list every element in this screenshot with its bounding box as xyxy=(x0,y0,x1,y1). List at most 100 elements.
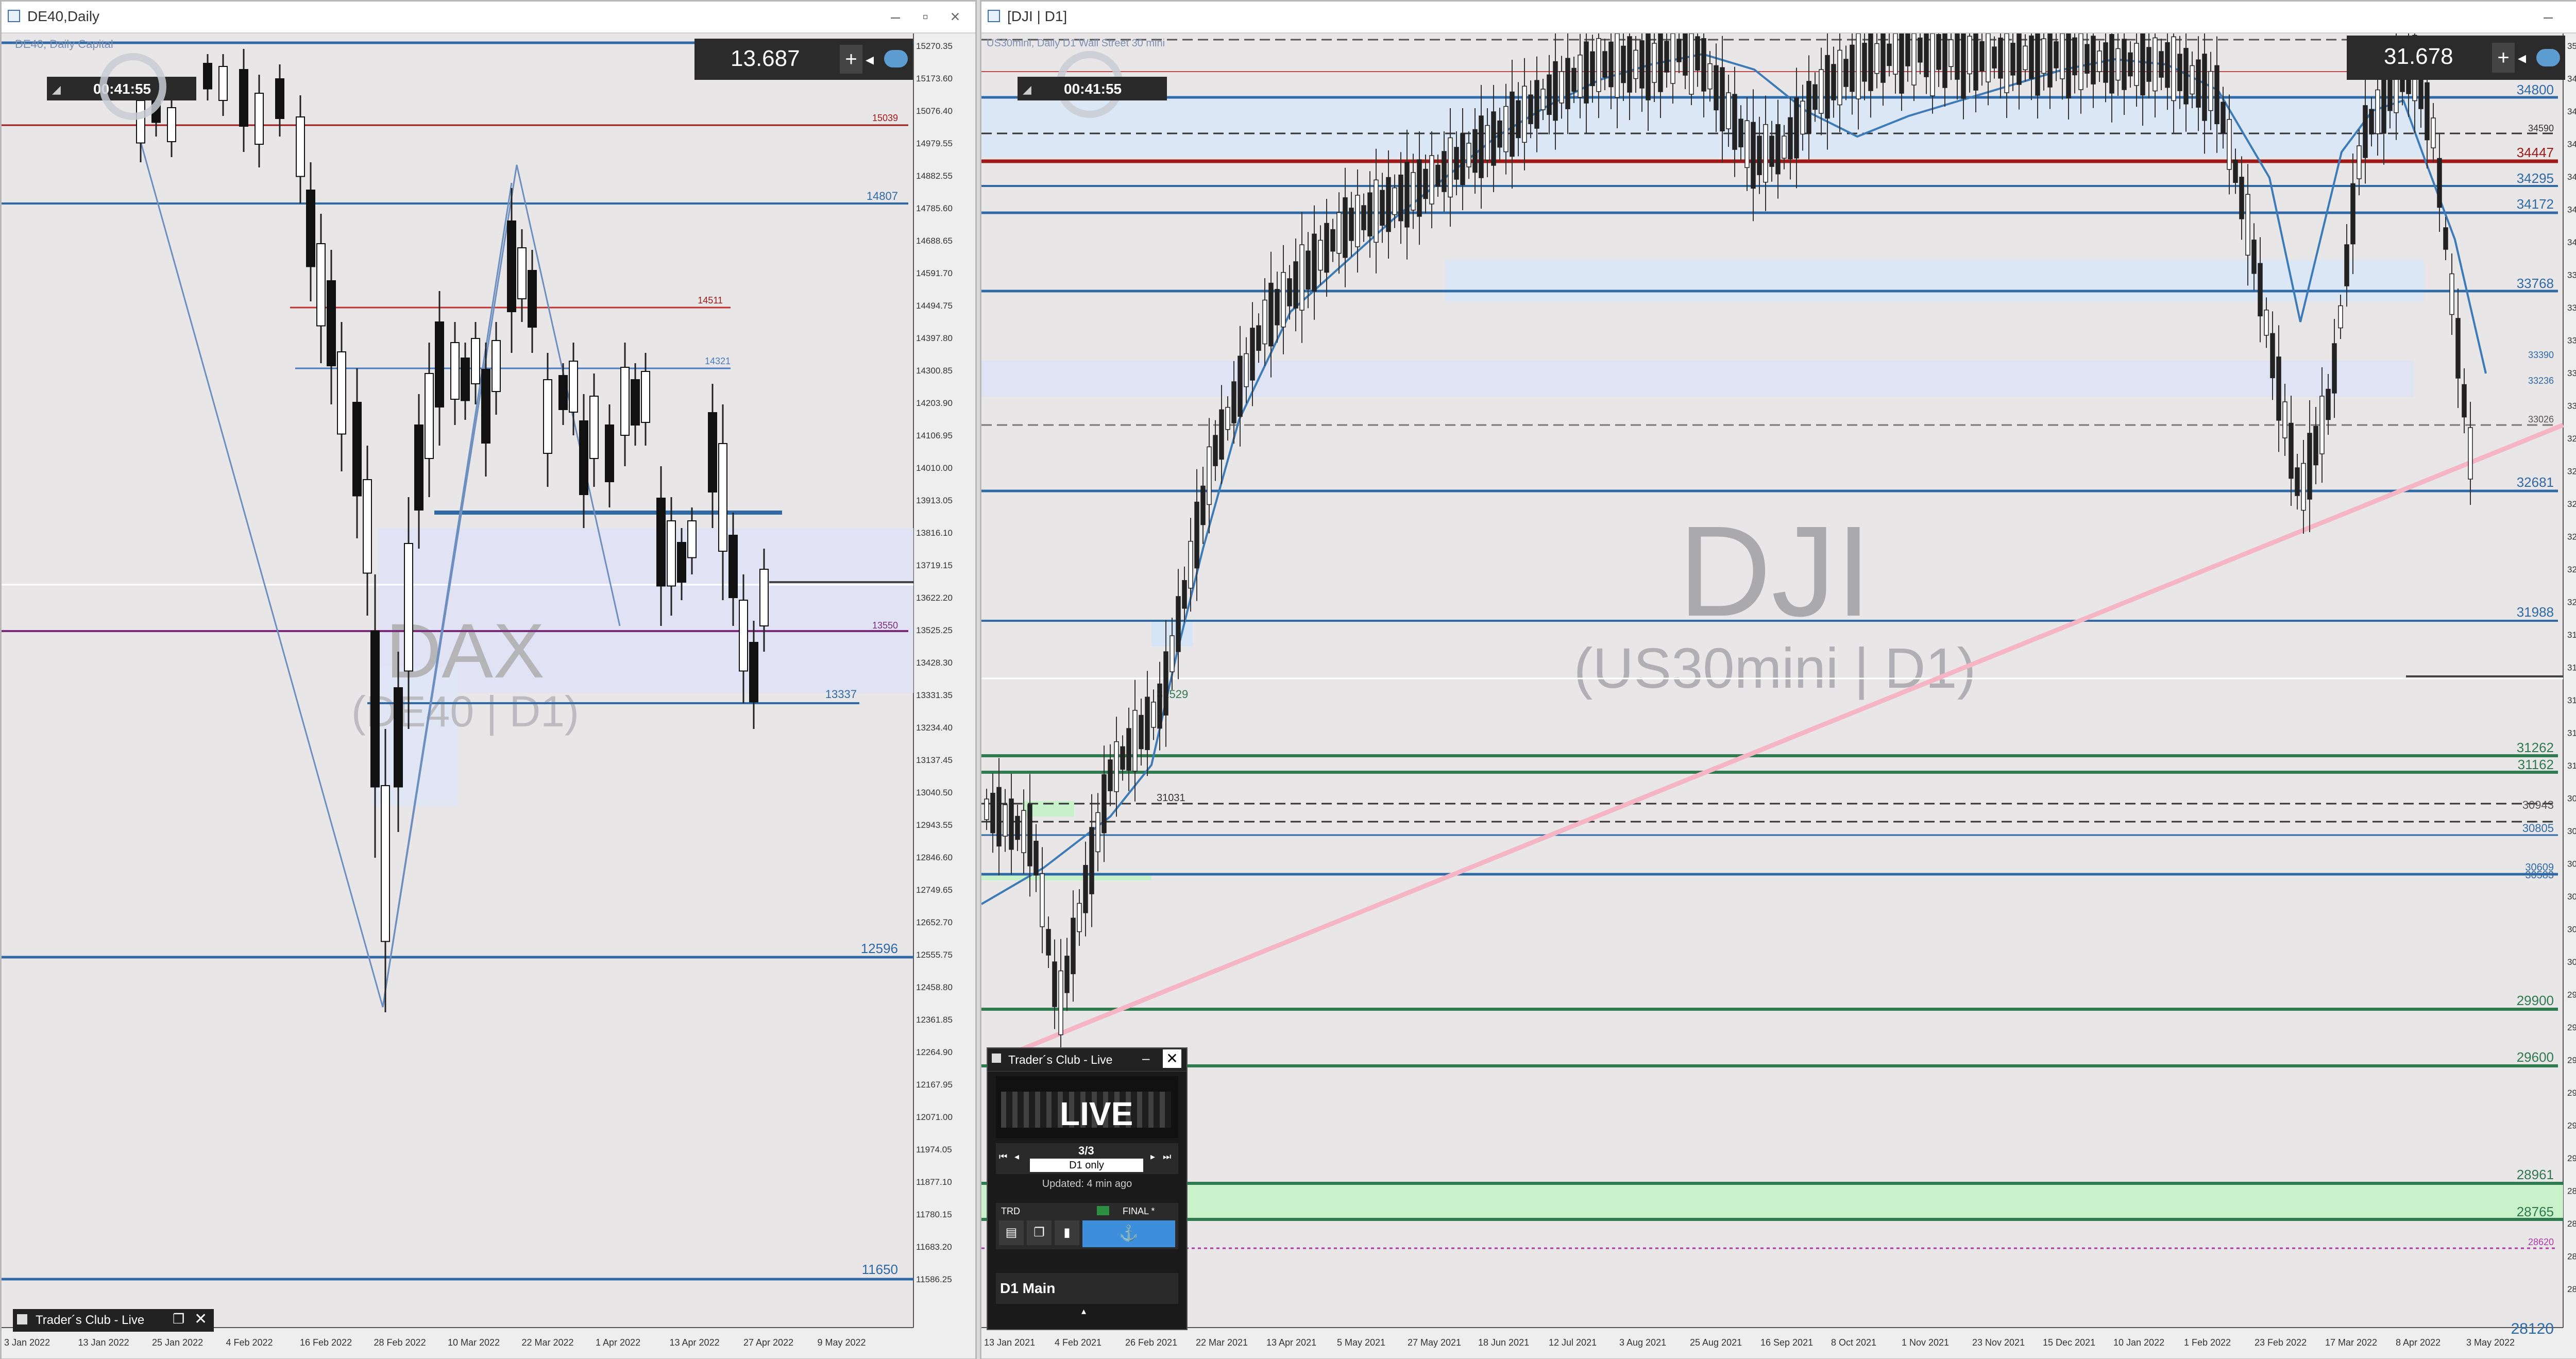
panel-title: Trader´s Club - Live xyxy=(1008,1053,1113,1066)
candle-body xyxy=(1231,381,1236,423)
candle-body xyxy=(1108,759,1113,791)
filter-label[interactable]: D1 only xyxy=(1030,1159,1143,1172)
dax-price-chart[interactable]: DAX (DE40 | D1) 150391480714511143211355… xyxy=(2,33,975,1358)
candle-body xyxy=(1472,129,1478,173)
date-axis-label: 17 Mar 2022 xyxy=(2325,1337,2377,1348)
candle-body xyxy=(1948,39,1954,67)
price-axis-label: 34362.00 xyxy=(2567,172,2576,182)
minimize-icon[interactable]: – xyxy=(1142,1050,1149,1066)
candle-body xyxy=(1330,229,1335,252)
next-page-icon[interactable]: ▸ xyxy=(1150,1151,1155,1162)
price-axis-label: 29583.00 xyxy=(2567,1056,2576,1065)
candle-body xyxy=(1398,174,1403,222)
candle-body xyxy=(1213,435,1218,466)
candle-body xyxy=(2251,240,2257,274)
candle-body xyxy=(1621,45,1626,83)
dax-window-titlebar[interactable]: DE40,Daily – ▫ × xyxy=(2,2,975,33)
candle-body xyxy=(1843,59,1849,87)
close-icon[interactable]: ✕ xyxy=(1163,1049,1181,1068)
candle-body xyxy=(1590,51,1595,87)
anchor-button[interactable]: ⚓ xyxy=(1082,1220,1175,1247)
dji-price-chart[interactable]: DJI (US30mini | D1) 34800345903444734295… xyxy=(981,33,2576,1358)
candle-body xyxy=(1707,63,1713,90)
maximize-button[interactable]: ▫ xyxy=(2565,5,2576,28)
minimize-button[interactable]: – xyxy=(883,5,908,28)
candle-body xyxy=(1071,918,1076,974)
candle-body xyxy=(2233,159,2238,183)
prev-page-icon[interactable]: ◂ xyxy=(1014,1151,1019,1162)
candle-body xyxy=(2357,145,2362,179)
candle-body xyxy=(2387,74,2393,111)
battery-icon[interactable]: ▮ xyxy=(1055,1220,1079,1245)
candle-body xyxy=(1374,179,1379,243)
candle-body xyxy=(306,190,315,267)
candle-body xyxy=(2214,65,2219,125)
candle-body xyxy=(1596,38,1601,92)
live-banner: LIVE xyxy=(996,1076,1178,1138)
maximize-button[interactable]: ▫ xyxy=(912,5,938,28)
dax-chart-window[interactable]: DE40,Daily – ▫ × DAX (DE40 | D1) 15039 14 xyxy=(0,0,977,1359)
level-price-label: 29600 xyxy=(2517,1049,2554,1065)
candle-body xyxy=(620,367,630,436)
dji-chart-window[interactable]: [DJI | D1] – ▫ × DJI (US30mini | D1) xyxy=(980,0,2576,1359)
level-price-label: 33768 xyxy=(2517,276,2554,291)
last-page-icon[interactable]: ⏭ xyxy=(1163,1151,1171,1162)
candle-body xyxy=(2462,384,2467,418)
collapse-arrow-icon[interactable]: ◂ xyxy=(2518,43,2526,73)
toggle-icon[interactable] xyxy=(884,50,908,67)
date-axis-label: 28 Feb 2022 xyxy=(374,1337,426,1348)
first-page-icon[interactable]: ⏮ xyxy=(999,1151,1007,1162)
price-badge[interactable]: 13.687 + ◂ xyxy=(694,39,913,80)
price-axis-label: 31176.00 xyxy=(2567,761,2576,771)
candle-body xyxy=(363,479,372,574)
price-axis-label: 14300.85 xyxy=(916,366,953,376)
collapse-arrow-icon[interactable]: ◂ xyxy=(866,45,874,74)
expand-arrow-icon[interactable]: ▴ xyxy=(1081,1306,1086,1317)
close-icon[interactable]: ✕ xyxy=(194,1310,207,1328)
candle-body xyxy=(1676,39,1682,62)
restore-icon[interactable]: ❐ xyxy=(173,1311,184,1327)
document-icon[interactable]: ▤ xyxy=(999,1220,1024,1245)
candle-body xyxy=(1101,774,1107,834)
level-price-label: 31988 xyxy=(2517,604,2554,620)
candle-body xyxy=(1992,46,1997,69)
plus-icon[interactable]: + xyxy=(840,45,862,74)
candle-body xyxy=(1979,41,1985,72)
close-button[interactable]: × xyxy=(942,5,968,28)
traders-club-live-panel[interactable]: Trader´s Club - Live – ✕ LIVE ⏮ ◂ 3/3 D1… xyxy=(987,1047,1188,1330)
candle-body xyxy=(507,220,516,312)
candle-body xyxy=(1893,33,1898,75)
dji-window-titlebar[interactable]: [DJI | D1] – ▫ × xyxy=(981,2,2576,33)
candle-body xyxy=(352,402,362,497)
d1-main-section[interactable]: D1 Main xyxy=(996,1273,1178,1304)
windows-icon[interactable]: ❐ xyxy=(1027,1220,1052,1245)
candle-body xyxy=(414,424,423,511)
price-axis-label: 28698.00 xyxy=(2567,1219,2576,1229)
candle-body xyxy=(1763,124,1768,183)
candle-body xyxy=(1491,111,1496,166)
chart-window-icon xyxy=(8,10,20,22)
date-axis-label: 13 Apr 2021 xyxy=(1266,1337,1316,1348)
minimize-button[interactable]: – xyxy=(2535,5,2561,28)
candle-body xyxy=(2054,41,2059,69)
candle-body xyxy=(2443,227,2448,250)
date-axis-label: 18 Jun 2021 xyxy=(1478,1337,1529,1348)
candle-body xyxy=(1683,33,1688,76)
price-axis-label: 32061.00 xyxy=(2567,598,2576,607)
traders-club-minimized-panel[interactable]: Trader´s Club - Live ❐ ✕ xyxy=(13,1309,214,1332)
updated-status: Updated: 4 min ago xyxy=(1042,1178,1132,1190)
price-axis-label: 15270.35 xyxy=(916,41,953,51)
timer-widget[interactable]: ◢ 00:41:55 xyxy=(1018,77,1167,100)
date-axis-label: 4 Feb 2021 xyxy=(1055,1337,1101,1348)
toggle-icon[interactable] xyxy=(2536,49,2560,66)
candle-body xyxy=(2177,54,2182,91)
plus-icon[interactable]: + xyxy=(2492,43,2515,73)
date-axis-label: 10 Jan 2022 xyxy=(2113,1337,2164,1348)
candle-body xyxy=(1040,873,1045,927)
candle-body xyxy=(677,542,686,583)
page-navigator[interactable]: ⏮ ◂ 3/3 D1 only ▸ ⏭ xyxy=(996,1143,1178,1174)
panel-titlebar[interactable]: Trader´s Club - Live – ✕ xyxy=(988,1048,1187,1072)
price-badge[interactable]: 31.678 + ◂ xyxy=(2347,36,2565,80)
date-axis-label: 12 Jul 2021 xyxy=(1549,1337,1597,1348)
price-axis-label: 14688.65 xyxy=(916,236,953,246)
